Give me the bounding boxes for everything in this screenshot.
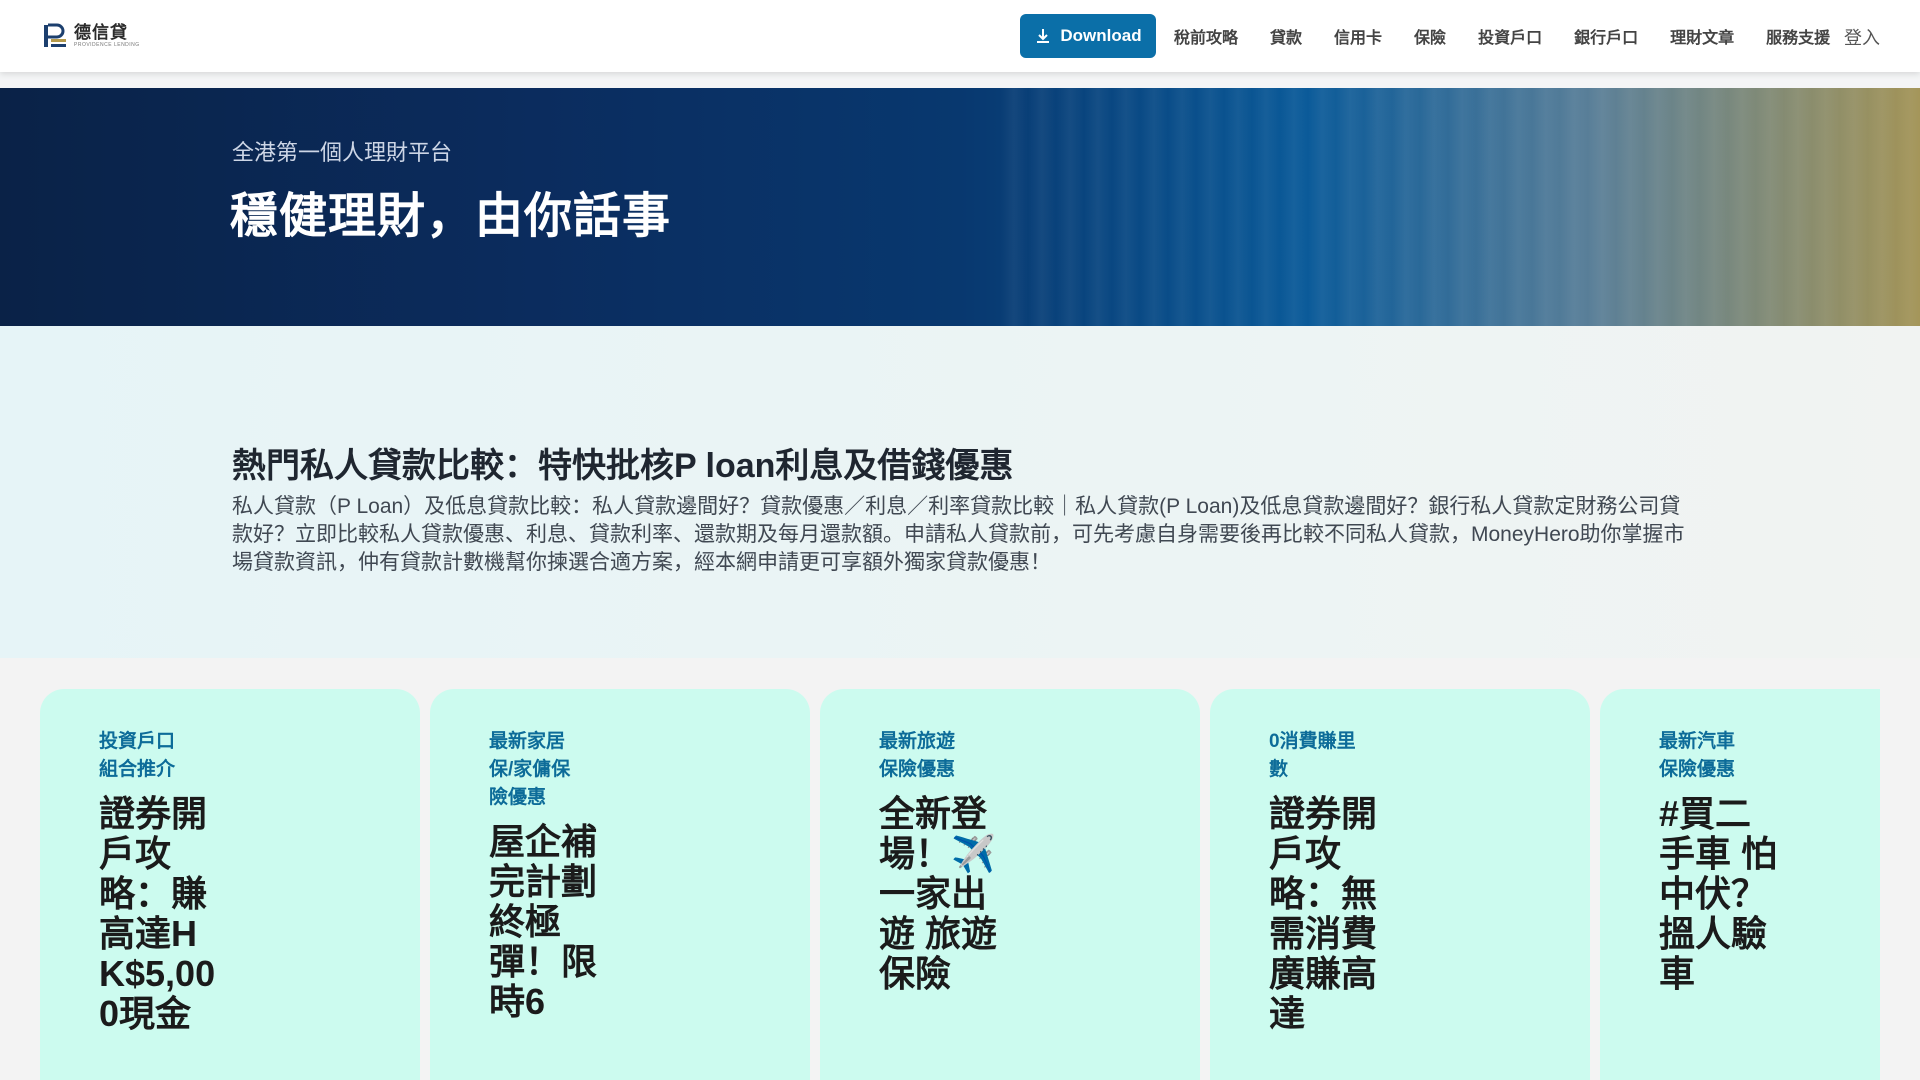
top-navigation-bar: 德信貸 PROVIDENCE LENDING Download 稅前攻略 貸款 …: [0, 0, 1920, 72]
nav-item-insurance[interactable]: 保險: [1398, 24, 1462, 48]
nav-item-tax[interactable]: 稅前攻略: [1158, 24, 1254, 48]
hero-title: 穩健理財，由你話事: [230, 190, 672, 243]
nav-item-bank-accounts[interactable]: 銀行戶口: [1558, 24, 1654, 48]
logo-name: 德信貸: [74, 23, 128, 42]
nav-item-investment-accounts[interactable]: 投資戶口: [1462, 24, 1558, 48]
promo-card-headline: 證券開戶攻略：賺高達HK$5,000現金: [99, 793, 216, 1034]
promo-card-headline: #買二手車 怕中伏？搵人驗車: [1659, 793, 1778, 994]
promo-card[interactable]: 最新家居保/家傭保險優惠 屋企補完計劃終極彈！限時6: [430, 689, 810, 1080]
loan-intro-section: 熱門私人貸款比較：特快批核P loan利息及借錢優惠 私人貸款（P Loan）及…: [0, 326, 1920, 658]
download-button[interactable]: Download: [1020, 14, 1156, 58]
nav-item-articles[interactable]: 理財文章: [1654, 24, 1750, 48]
promo-card-tag: 0消費賺里數: [1269, 731, 1356, 780]
promo-card[interactable]: 投資戶口組合推介 證券開戶攻略：賺高達HK$5,000現金: [40, 689, 420, 1080]
promo-card-row: 投資戶口組合推介 證券開戶攻略：賺高達HK$5,000現金 最新家居保/家傭保險…: [0, 658, 1920, 1080]
section-description: 私人貸款（P Loan）及低息貸款比較：私人貸款邊間好？貸款優惠／利息／利率貸款…: [232, 495, 1685, 574]
promo-card[interactable]: 最新汽車保險優惠 #買二手車 怕中伏？搵人驗車: [1600, 689, 1880, 1080]
main-nav: 稅前攻略 貸款 信用卡 保險 投資戶口 銀行戶口 理財文章 服務支援: [1158, 0, 1846, 72]
logo-text: 德信貸 PROVIDENCE LENDING: [74, 24, 140, 48]
promo-card-headline: 全新登場！✈️一家出遊 旅遊保險: [879, 793, 998, 994]
section-title: 熱門私人貸款比較：特快批核P loan利息及借錢優惠: [232, 447, 1014, 485]
hero-banner: 全港第一個人理財平台 穩健理財，由你話事: [0, 88, 1920, 326]
promo-card-tag: 投資戶口組合推介: [99, 731, 176, 780]
promo-card-tag: 最新家居保/家傭保險優惠: [489, 731, 571, 808]
nav-item-credit-cards[interactable]: 信用卡: [1318, 24, 1398, 48]
download-icon: [1037, 29, 1050, 43]
hero-subtitle: 全港第一個人理財平台: [232, 140, 453, 165]
promo-card[interactable]: 0消費賺里數 證券開戶攻略：無需消費廣賺高達: [1210, 689, 1590, 1080]
logo-mark-icon: [44, 23, 66, 47]
download-label: Download: [1060, 26, 1142, 45]
promo-card-headline: 證券開戶攻略：無需消費廣賺高達: [1269, 793, 1378, 1034]
promo-card-tag: 最新汽車保險優惠: [1659, 731, 1736, 780]
nav-item-support[interactable]: 服務支援: [1750, 24, 1846, 48]
nav-item-loans[interactable]: 貸款: [1254, 24, 1318, 48]
site-logo[interactable]: 德信貸 PROVIDENCE LENDING: [42, 22, 140, 50]
login-link[interactable]: 登入: [1844, 24, 1880, 50]
logo-subtitle: PROVIDENCE LENDING: [74, 42, 140, 48]
hero-texture: [1000, 88, 1920, 326]
promo-card-headline: 屋企補完計劃終極彈！限時6: [489, 821, 598, 1022]
promo-card[interactable]: 最新旅遊保險優惠 全新登場！✈️一家出遊 旅遊保險: [820, 689, 1200, 1080]
promo-card-tag: 最新旅遊保險優惠: [879, 731, 956, 780]
